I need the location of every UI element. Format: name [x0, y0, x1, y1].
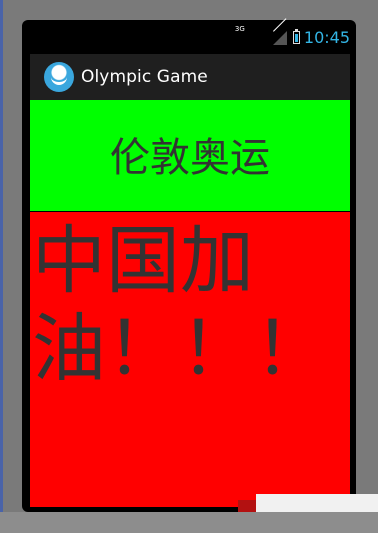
- network-label: 3G: [234, 25, 245, 33]
- status-time: 10:45: [303, 28, 350, 47]
- app-icon[interactable]: [44, 62, 74, 92]
- left-edge: [0, 0, 3, 533]
- bottom-bar: [0, 512, 378, 533]
- green-panel-text: 伦敦奥运: [110, 134, 270, 181]
- red-panel: 中国加油！！！: [30, 212, 350, 507]
- status-bar: 3G 10:45: [30, 20, 350, 54]
- bottom-light-panel: [256, 494, 378, 512]
- phone-frame: 3G 10:45 Olympic Game 伦敦奥运 中国加油！！！: [22, 20, 356, 512]
- action-bar: Olympic Game: [30, 54, 350, 101]
- red-panel-text: 中国加油！！！: [32, 218, 328, 392]
- green-panel: 伦敦奥运: [30, 100, 350, 211]
- battery-icon: [292, 29, 300, 44]
- bottom-marker: [238, 500, 256, 512]
- content-area: 伦敦奥运 中国加油！！！: [30, 100, 350, 507]
- signal-icon: [272, 30, 287, 45]
- app-title: Olympic Game: [81, 67, 208, 87]
- status-right: 3G 10:45: [235, 25, 350, 47]
